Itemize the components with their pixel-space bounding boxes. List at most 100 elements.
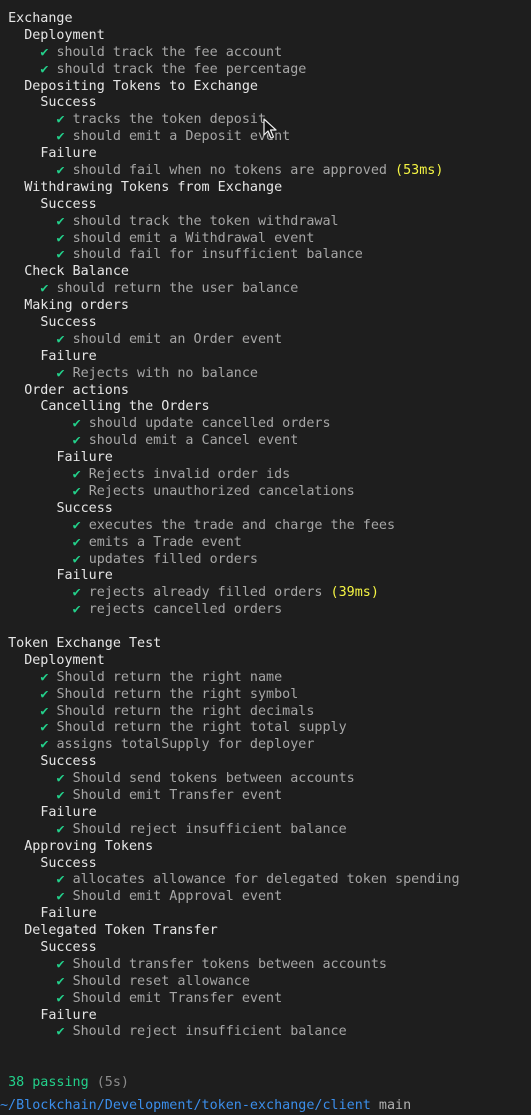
suite-title: Depositing Tokens to Exchange <box>24 78 258 94</box>
test-suite-heading: Success <box>0 315 531 332</box>
test-name: Should transfer tokens between accounts <box>72 956 387 972</box>
test-result-line: ✔ Should send tokens between accounts <box>0 771 531 788</box>
test-name: emits a Trade event <box>88 534 242 550</box>
suite-title: Failure <box>40 348 97 364</box>
test-suite-heading: Deployment <box>0 653 531 670</box>
suite-title: Failure <box>56 450 113 466</box>
checkmark-icon: ✔ <box>56 331 65 347</box>
test-result-line: ✔ should track the token withdrawal <box>0 214 531 231</box>
test-name: should track the fee account <box>56 44 283 60</box>
test-suite-heading: Deployment <box>0 28 531 45</box>
test-result-line: ✔ Should reject insufficient balance <box>0 1024 531 1041</box>
checkmark-icon: ✔ <box>56 163 65 179</box>
checkmark-icon: ✔ <box>40 61 49 77</box>
checkmark-icon: ✔ <box>40 686 49 702</box>
test-name: should update cancelled orders <box>88 416 331 432</box>
test-suite-heading: Exchange <box>0 11 531 28</box>
checkmark-icon: ✔ <box>40 669 49 685</box>
checkmark-icon: ✔ <box>56 990 65 1006</box>
checkmark-icon: ✔ <box>56 787 65 803</box>
test-name: allocates allowance for delegated token … <box>72 872 460 888</box>
suite-title: Failure <box>40 146 97 162</box>
test-result-line: ✔ assigns totalSupply for deployer <box>0 737 531 754</box>
checkmark-icon: ✔ <box>72 534 81 550</box>
checkmark-icon: ✔ <box>72 602 81 618</box>
test-suite-heading: Failure <box>0 146 531 163</box>
test-result-line: ✔ Should transfer tokens between account… <box>0 957 531 974</box>
terminal-output[interactable]: Exchange Deployment ✔ should track the f… <box>0 11 531 1092</box>
test-suite-heading: Check Balance <box>0 264 531 281</box>
test-result-line: ✔ Should return the right symbol <box>0 687 531 704</box>
test-result-line: ✔ updates filled orders <box>0 552 531 569</box>
test-name: Rejects with no balance <box>72 365 258 381</box>
test-name: updates filled orders <box>88 551 258 567</box>
test-result-line: ✔ Should reject insufficient balance <box>0 822 531 839</box>
suite-title: Failure <box>40 804 97 820</box>
checkmark-icon: ✔ <box>56 872 65 888</box>
test-suite-heading: Failure <box>0 349 531 366</box>
test-name: rejects already filled orders <box>88 585 323 601</box>
prompt-git-branch: main <box>378 1098 412 1113</box>
test-result-line: ✔ executes the trade and charge the fees <box>0 518 531 535</box>
suite-title: Failure <box>56 568 113 584</box>
shell-prompt[interactable]: ~/Blockchain/Development/token-exchange/… <box>0 1096 411 1115</box>
test-suite-heading: Success <box>0 940 531 957</box>
test-suite-heading: Making orders <box>0 298 531 315</box>
test-result-line: ✔ should track the fee percentage <box>0 62 531 79</box>
checkmark-icon: ✔ <box>56 956 65 972</box>
test-suite-heading: Failure <box>0 805 531 822</box>
test-name: Should reject insufficient balance <box>72 1024 347 1040</box>
test-name: should emit a Withdrawal event <box>72 230 315 246</box>
test-suite-heading: Cancelling the Orders <box>0 399 531 416</box>
test-result-line: ✔ should emit an Order event <box>0 332 531 349</box>
test-suite-heading: Failure <box>0 568 531 585</box>
test-name: Should return the right name <box>56 669 283 685</box>
test-result-line: ✔ rejects already filled orders (39ms) <box>0 585 531 602</box>
checkmark-icon: ✔ <box>56 230 65 246</box>
test-result-line: ✔ Rejects unauthorized cancelations <box>0 484 531 501</box>
test-suite-heading: Token Exchange Test <box>0 636 531 653</box>
test-name: tracks the token deposit <box>72 112 267 128</box>
test-result-line: ✔ should return the user balance <box>0 281 531 298</box>
test-result-line: ✔ Should emit Transfer event <box>0 788 531 805</box>
passing-count: 38 passing <box>8 1075 89 1091</box>
test-suite-heading: Success <box>0 754 531 771</box>
test-result-line: ✔ Should emit Transfer event <box>0 991 531 1008</box>
test-result-line: ✔ Should reset allowance <box>0 974 531 991</box>
test-suite-heading: Withdrawing Tokens from Exchange <box>0 180 531 197</box>
test-result-line: ✔ Should emit Approval event <box>0 889 531 906</box>
test-result-line: ✔ should fail when no tokens are approve… <box>0 163 531 180</box>
test-name: should return the user balance <box>56 281 299 297</box>
suite-title: Order actions <box>24 382 129 398</box>
checkmark-icon: ✔ <box>72 433 81 449</box>
test-duration: (39ms) <box>330 585 379 601</box>
test-suite-heading: Failure <box>0 906 531 923</box>
suite-title: Failure <box>40 906 97 922</box>
suite-title: Success <box>40 95 97 111</box>
test-result-line: ✔ rejects cancelled orders <box>0 602 531 619</box>
passing-summary: 38 passing (5s) <box>0 1075 531 1092</box>
test-result-line: ✔ should track the fee account <box>0 45 531 62</box>
checkmark-icon: ✔ <box>40 281 49 297</box>
checkmark-icon: ✔ <box>72 467 81 483</box>
test-suite-heading: Order actions <box>0 383 531 400</box>
test-name: should fail for insufficient balance <box>72 247 363 263</box>
suite-title: Failure <box>40 1007 97 1023</box>
checkmark-icon: ✔ <box>56 129 65 145</box>
total-duration: (5s) <box>96 1075 129 1091</box>
checkmark-icon: ✔ <box>56 365 65 381</box>
test-name: Should emit Transfer event <box>72 990 283 1006</box>
test-name: should emit a Deposit event <box>72 129 291 145</box>
test-result-line: ✔ Should return the right total supply <box>0 720 531 737</box>
test-result-line: ✔ should update cancelled orders <box>0 416 531 433</box>
test-name: Should reset allowance <box>72 973 250 989</box>
suite-title: Exchange <box>8 11 73 26</box>
checkmark-icon: ✔ <box>72 483 81 499</box>
suite-title: Deployment <box>24 27 105 43</box>
checkmark-icon: ✔ <box>72 517 81 533</box>
suite-title: Success <box>56 500 113 516</box>
suite-title: Success <box>40 196 97 212</box>
